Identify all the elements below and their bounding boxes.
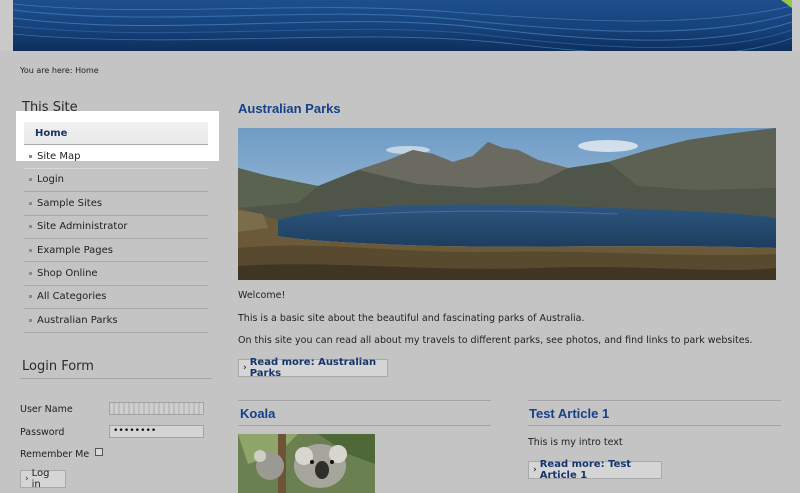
login-button[interactable]: › Log in — [20, 468, 66, 490]
password-field[interactable]: •••••••• — [109, 425, 204, 438]
remember-me-label: Remember Me — [20, 449, 90, 460]
park-photo — [238, 128, 776, 280]
remember-me-checkbox[interactable] — [95, 448, 103, 456]
bullet-icon — [29, 272, 32, 276]
test-article-intro: This is my intro text — [528, 437, 623, 448]
test-article-bottom-rule — [528, 425, 781, 426]
koala-bottom-rule — [238, 425, 491, 426]
header-banner — [13, 0, 792, 51]
menu-item-shop-online[interactable]: Shop Online — [24, 262, 208, 286]
koala-photo — [238, 434, 375, 493]
menu-item-site-administrator[interactable]: Site Administrator — [24, 216, 208, 239]
bullet-icon — [29, 295, 32, 299]
koala-title[interactable]: Koala — [240, 406, 275, 421]
menu-item-label: Site Administrator — [37, 221, 128, 233]
menu-item-label: Home — [35, 127, 68, 139]
menu-item-site-map[interactable]: Site Map — [24, 145, 208, 169]
menu-item-label: All Categories — [37, 291, 107, 303]
article-title[interactable]: Australian Parks — [238, 101, 341, 116]
bullet-icon — [29, 318, 32, 322]
bullet-icon — [29, 178, 32, 182]
bullet-icon — [29, 248, 32, 252]
login-button-label: Log in — [31, 468, 50, 490]
read-more-label: Read more: Test Article 1 — [539, 459, 632, 481]
bullet-icon — [29, 225, 32, 229]
page: You are here: Home This Site Home Site M… — [0, 0, 800, 493]
login-title-rule — [20, 378, 212, 379]
bullet-icon — [29, 201, 32, 205]
chevron-right-icon: › — [25, 474, 29, 484]
username-label: User Name — [20, 404, 73, 415]
main-menu: Home Site Map Login Sample Sites Site Ad… — [24, 122, 208, 333]
read-more-australian-parks-button[interactable]: › Read more: Australian Parks — [238, 357, 388, 379]
read-more-label: Read more: Australian Parks — [249, 357, 377, 379]
menu-item-label: Site Map — [37, 151, 81, 163]
welcome-text: Welcome! — [238, 290, 286, 301]
koala-top-rule — [238, 400, 491, 401]
read-more-test-article-button[interactable]: › Read more: Test Article 1 — [528, 459, 662, 481]
menu-item-label: Shop Online — [37, 268, 98, 280]
menu-item-login[interactable]: Login — [24, 169, 208, 193]
menu-item-label: Australian Parks — [37, 314, 118, 326]
breadcrumb: You are here: Home — [20, 66, 99, 75]
detail-paragraph: On this site you can read all about my t… — [238, 335, 753, 346]
login-form-title: Login Form — [22, 359, 94, 374]
intro-paragraph: This is a basic site about the beautiful… — [238, 313, 585, 324]
menu-item-label: Login — [37, 174, 64, 186]
chevron-right-icon: › — [533, 465, 537, 475]
test-article-title[interactable]: Test Article 1 — [529, 406, 609, 421]
menu-item-all-categories[interactable]: All Categories — [24, 286, 208, 310]
menu-item-home[interactable]: Home — [24, 122, 208, 146]
page-edge-left — [0, 0, 13, 51]
bullet-icon — [29, 155, 32, 159]
menu-item-australian-parks[interactable]: Australian Parks — [24, 309, 208, 333]
menu-item-example-pages[interactable]: Example Pages — [24, 239, 208, 263]
page-edge-right — [792, 0, 800, 51]
chevron-right-icon: › — [243, 363, 247, 373]
menu-item-label: Sample Sites — [37, 197, 103, 209]
test-article-top-rule — [528, 400, 781, 401]
menu-item-sample-sites[interactable]: Sample Sites — [24, 192, 208, 216]
password-label: Password — [20, 427, 65, 438]
username-field[interactable] — [109, 402, 204, 415]
menu-item-label: Example Pages — [37, 244, 113, 256]
